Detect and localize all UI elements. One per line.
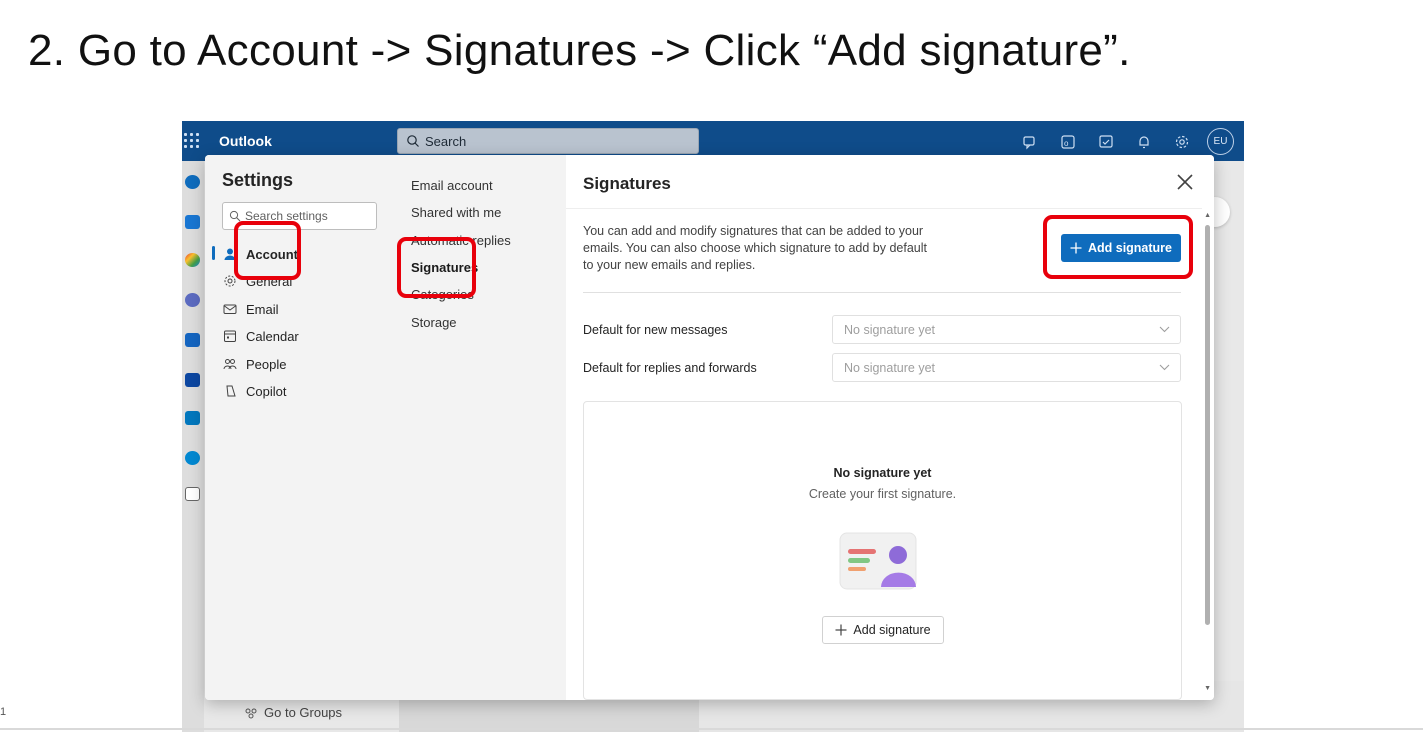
more-apps-icon[interactable] [185, 487, 200, 501]
scroll-up-icon[interactable]: ▲ [1204, 212, 1211, 219]
default-new-label: Default for new messages [583, 323, 728, 337]
nav-people[interactable]: People [222, 356, 286, 372]
highlight-account [234, 221, 301, 280]
empty-subtitle: Create your first signature. [808, 487, 957, 501]
instruction-text: 2. Go to Account -> Signatures -> Click … [28, 26, 1131, 75]
add-signature-secondary-label: Add signature [853, 623, 931, 637]
org-explorer-icon[interactable] [185, 411, 200, 425]
teams-chat-icon[interactable] [1017, 129, 1042, 154]
mail-icon [222, 301, 238, 317]
scrollbar[interactable] [1205, 225, 1210, 625]
copilot-app-icon[interactable] [185, 253, 200, 267]
onedrive-icon[interactable] [185, 451, 200, 465]
nav-people-label: People [246, 356, 287, 372]
bell-icon[interactable] [1131, 129, 1156, 154]
scroll-down-icon[interactable]: ▼ [1204, 685, 1211, 692]
signatures-description: You can add and modify signatures that c… [583, 224, 927, 272]
plus-icon [835, 624, 847, 636]
slide: 2. Go to Account -> Signatures -> Click … [0, 0, 1423, 732]
settings-gear-icon[interactable] [1169, 129, 1194, 154]
add-signature-secondary-button[interactable]: Add signature [822, 616, 944, 644]
empty-title: No signature yet [833, 466, 932, 480]
nav-calendar-label: Calendar [246, 328, 299, 344]
groups-icon [245, 708, 257, 718]
header-icons: o EU [1017, 128, 1234, 155]
go-to-groups-label: Go to Groups [264, 705, 343, 720]
todo-app-icon[interactable] [185, 333, 200, 347]
close-icon[interactable] [1174, 171, 1196, 193]
nav-copilot-label: Copilot [246, 383, 287, 399]
highlight-add-signature [1043, 215, 1193, 279]
search-icon [407, 135, 419, 147]
files-app-icon[interactable] [185, 373, 200, 387]
slide-divider [0, 728, 1423, 730]
top-search-input[interactable]: Search [397, 128, 699, 154]
outlook-screenshot: Outlook Search o EU Go to Groups Setting… [182, 121, 1244, 732]
user-avatar[interactable]: EU [1207, 128, 1234, 155]
default-new-dropdown[interactable]: No signature yet [832, 315, 1181, 344]
subnav-storage[interactable]: Storage [411, 315, 457, 330]
calendar-app-icon[interactable] [185, 215, 200, 229]
outlook-app-icon[interactable]: o [1055, 129, 1080, 154]
empty-signature-box: No signature yet Create your first signa… [583, 401, 1182, 700]
default-reply-dropdown[interactable]: No signature yet [832, 353, 1181, 382]
subnav-email-account[interactable]: Email account [411, 178, 493, 193]
app-launcher-icon[interactable] [184, 133, 200, 149]
mail-app-icon[interactable] [185, 175, 200, 189]
go-to-groups-link[interactable]: Go to Groups [244, 705, 342, 720]
app-name[interactable]: Outlook [219, 133, 272, 149]
chevron-down-icon [1159, 364, 1170, 371]
search-icon [229, 210, 241, 222]
app-rail [182, 161, 204, 732]
svg-text:o: o [1064, 139, 1069, 148]
top-search-placeholder: Search [425, 134, 467, 149]
calendar-icon [222, 328, 238, 344]
signatures-title: Signatures [583, 174, 671, 193]
chevron-down-icon [1159, 326, 1170, 333]
settings-title: Settings [222, 170, 294, 190]
nav-email[interactable]: Email [222, 301, 279, 317]
nav-copilot[interactable]: Copilot [222, 383, 286, 399]
slide-number: 1 [0, 706, 7, 718]
people-app-icon[interactable] [185, 293, 200, 307]
default-reply-label: Default for replies and forwards [583, 361, 757, 375]
active-indicator [212, 246, 215, 260]
signature-illustration-icon [839, 532, 917, 590]
nav-email-label: Email [246, 301, 279, 317]
todo-icon[interactable] [1093, 129, 1118, 154]
people-icon [222, 356, 238, 372]
highlight-signatures [397, 237, 476, 298]
copilot-icon [222, 383, 238, 399]
divider [566, 208, 1202, 209]
subnav-shared-with-me[interactable]: Shared with me [411, 205, 501, 220]
nav-calendar[interactable]: Calendar [222, 328, 299, 344]
divider [583, 292, 1181, 293]
default-new-value: No signature yet [844, 323, 936, 337]
default-reply-value: No signature yet [844, 361, 936, 375]
